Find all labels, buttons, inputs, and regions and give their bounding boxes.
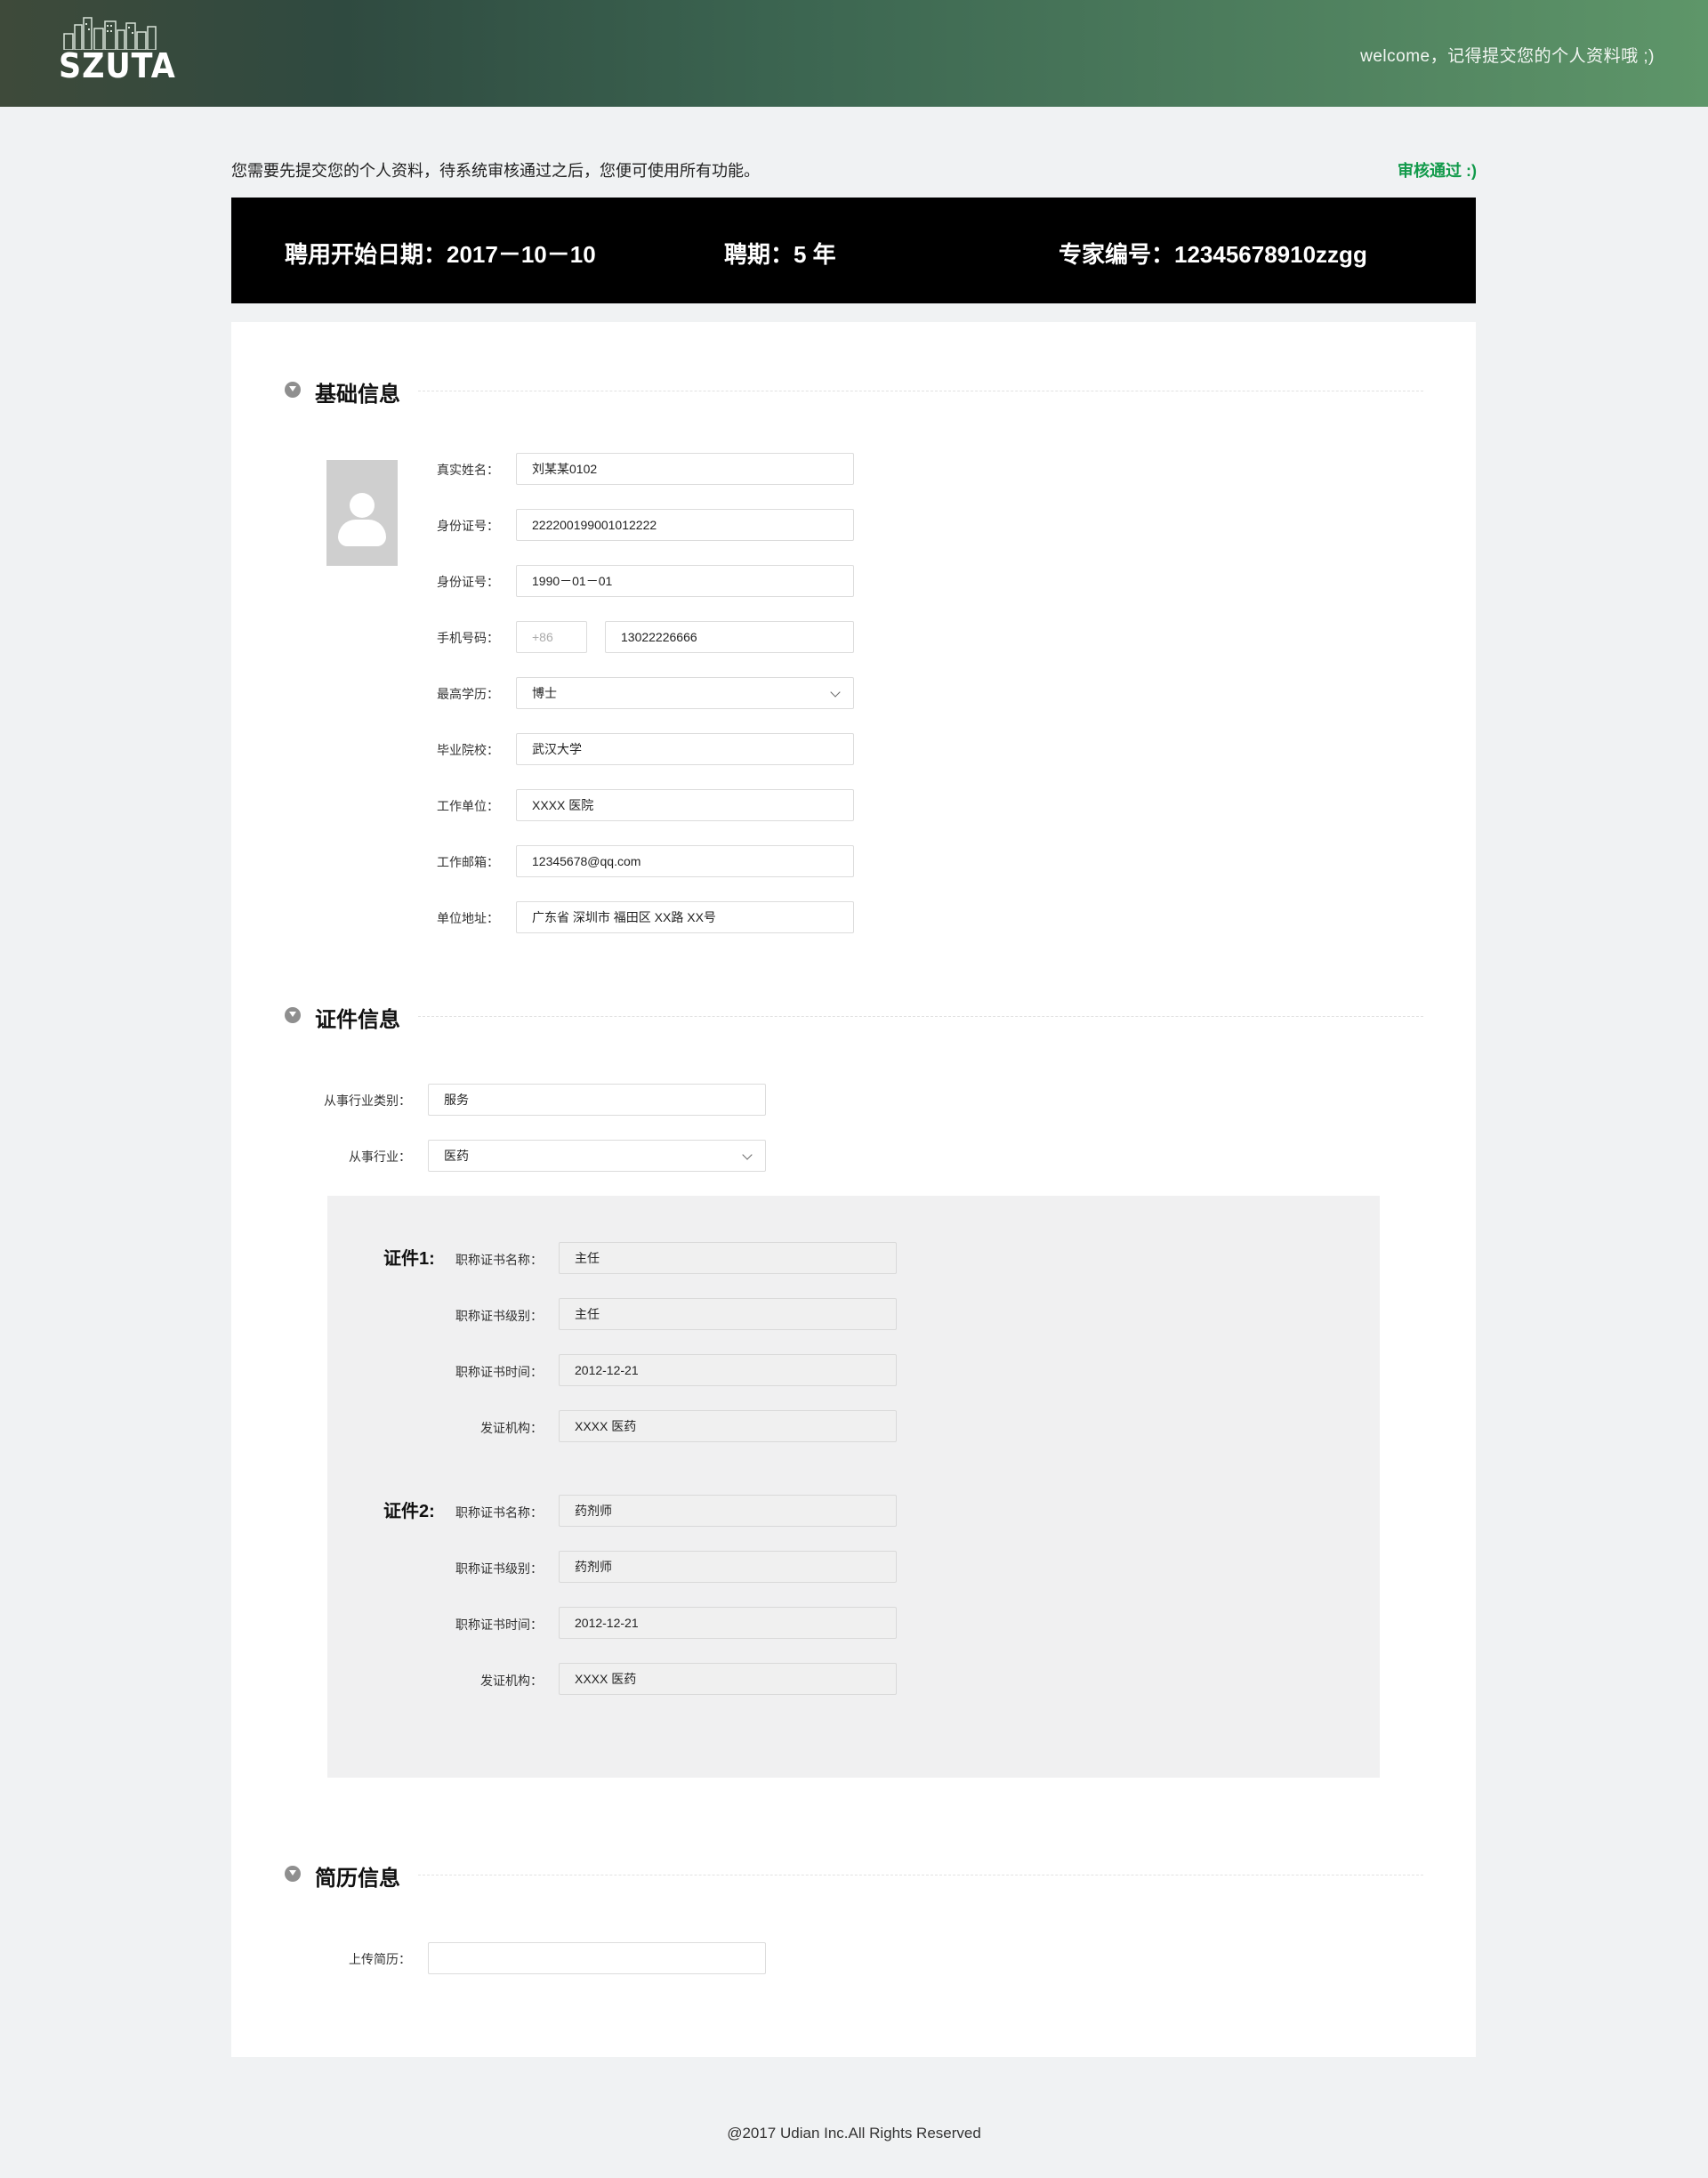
cert-1-level-field[interactable]: 主任 (559, 1298, 897, 1330)
chevron-down-icon[interactable] (285, 382, 301, 398)
education-select[interactable]: 博士 (516, 677, 854, 709)
profile-card: 基础信息 真实姓名： 刘某某0102 身份证号： 222200199001012… (231, 322, 1476, 2057)
id-number-field[interactable]: 222200199001012222 (516, 509, 854, 541)
footer-copyright: @2017 Udian Inc.All Rights Reserved (727, 2125, 981, 2142)
section-title: 简历信息 (315, 1867, 400, 1891)
cert-1-name-field[interactable]: 主任 (559, 1242, 897, 1274)
chevron-down-icon[interactable] (285, 1007, 301, 1023)
work-email-field[interactable]: 12345678@qq.com (516, 845, 854, 877)
phone-country-code-field[interactable]: +86 (516, 621, 587, 653)
cert-2-name-field[interactable]: 药剂师 (559, 1495, 897, 1527)
welcome-message: welcome，记得提交您的个人资料哦 ;) (1360, 47, 1655, 66)
cert-level-label: 职称证书级别： (455, 1561, 543, 1576)
employment-term: 聘期：5 年 (724, 241, 836, 268)
section-certificate-info[interactable]: 证件信息 (285, 1002, 1423, 1032)
avatar-head-icon (350, 493, 375, 518)
city-skyline-icon (63, 17, 157, 50)
certificate-2-title: 证件2: (383, 1502, 435, 1521)
work-email-label: 工作邮箱： (437, 855, 499, 869)
review-status: 审核通过 :) (1398, 162, 1477, 180)
cert-date-label: 职称证书时间： (455, 1365, 543, 1379)
upload-resume-label: 上传简历： (349, 1952, 411, 1966)
cert-issuer-label: 发证机构： (480, 1674, 543, 1688)
industry-type-field[interactable]: 服务 (428, 1084, 766, 1116)
cert-issuer-label: 发证机构： (480, 1421, 543, 1435)
employer-label: 工作单位： (437, 799, 499, 813)
industry-type-label: 从事行业类别： (324, 1093, 411, 1108)
employer-address-field[interactable]: 广东省 深圳市 福田区 XX路 XX号 (516, 901, 854, 933)
real-name-field[interactable]: 刘某某0102 (516, 453, 854, 485)
chevron-down-icon (830, 687, 841, 698)
cert-2-issuer-field[interactable]: XXXX 医药 (559, 1663, 897, 1695)
birth-date-label: 身份证号： (437, 575, 499, 589)
birth-date-field[interactable]: 1990－01－01 (516, 565, 854, 597)
phone-number-field[interactable]: 13022226666 (605, 621, 854, 653)
avatar[interactable] (326, 460, 398, 566)
education-label: 最高学历： (437, 687, 499, 701)
section-resume-info[interactable]: 简历信息 (285, 1860, 1423, 1891)
chevron-down-icon (742, 1150, 753, 1160)
industry-value: 医药 (444, 1149, 469, 1163)
section-title: 证件信息 (315, 1008, 400, 1032)
section-title: 基础信息 (315, 383, 400, 407)
divider (418, 1016, 1423, 1017)
school-label: 毕业院校： (437, 743, 499, 757)
education-value: 博士 (532, 686, 557, 700)
industry-label: 从事行业： (349, 1150, 411, 1164)
employer-field[interactable]: XXXX 医院 (516, 789, 854, 821)
cert-2-level-field[interactable]: 药剂师 (559, 1551, 897, 1583)
cert-name-label: 职称证书名称： (455, 1253, 543, 1267)
chevron-down-icon[interactable] (285, 1866, 301, 1882)
certificate-1-title: 证件1: (383, 1249, 435, 1269)
employment-start-date: 聘用开始日期：2017－10－10 (285, 241, 596, 268)
expert-number: 专家编号：12345678910zzgg (1059, 241, 1367, 268)
upload-resume-field[interactable] (428, 1942, 766, 1974)
cert-date-label: 职称证书时间： (455, 1617, 543, 1632)
id-number-label: 身份证号： (437, 519, 499, 533)
divider (418, 1875, 1423, 1876)
top-header: SZUTA welcome，记得提交您的个人资料哦 ;) (0, 0, 1708, 107)
cert-2-date-field[interactable]: 2012-12-21 (559, 1607, 897, 1639)
cert-level-label: 职称证书级别： (455, 1309, 543, 1323)
szuta-logo[interactable]: SZUTA (59, 14, 183, 85)
cert-1-issuer-field[interactable]: XXXX 医药 (559, 1410, 897, 1442)
cert-1-date-field[interactable]: 2012-12-21 (559, 1354, 897, 1386)
real-name-label: 真实姓名： (437, 463, 499, 477)
phone-label: 手机号码： (437, 631, 499, 645)
section-basic-info[interactable]: 基础信息 (285, 376, 1423, 407)
employment-info-bar: 聘用开始日期：2017－10－10 聘期：5 年 专家编号：1234567891… (231, 198, 1476, 303)
school-field[interactable]: 武汉大学 (516, 733, 854, 765)
employer-address-label: 单位地址： (437, 911, 499, 925)
certificates-panel: 证件1: 职称证书名称： 主任 职称证书级别： 主任 职称证书时间： 2012-… (327, 1196, 1380, 1778)
cert-name-label: 职称证书名称： (455, 1505, 543, 1520)
logo-text: SZUTA (59, 46, 176, 85)
avatar-body-icon (338, 520, 386, 546)
industry-select[interactable]: 医药 (428, 1140, 766, 1172)
submit-notice: 您需要先提交您的个人资料，待系统审核通过之后，您便可使用所有功能。 (231, 162, 760, 180)
